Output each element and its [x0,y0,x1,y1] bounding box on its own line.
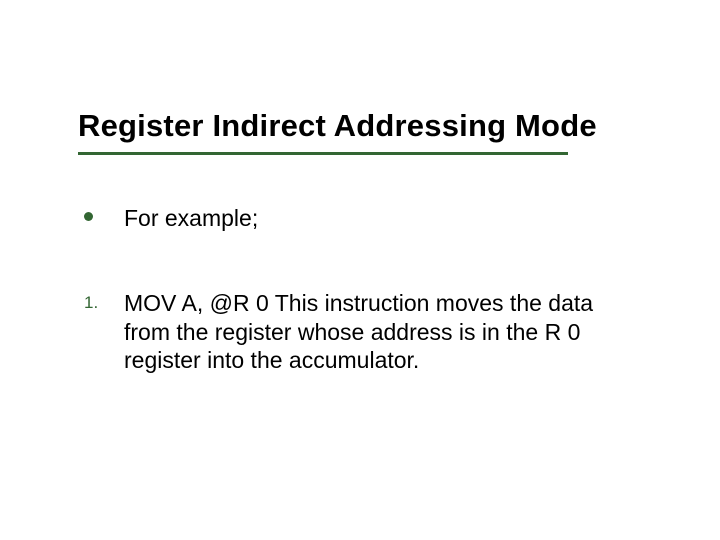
slide-title: Register Indirect Addressing Mode [78,108,597,144]
slide: Register Indirect Addressing Mode For ex… [0,0,720,540]
numbered-text: MOV A, @R 0 This instruction moves the d… [124,289,624,375]
bullet-text: For example; [124,204,624,233]
bullet-marker [84,204,124,221]
number-marker: 1. [84,289,124,313]
title-underline [78,152,568,155]
numbered-item: 1. MOV A, @R 0 This instruction moves th… [84,289,624,375]
circle-bullet-icon [84,212,93,221]
slide-body: For example; 1. MOV A, @R 0 This instruc… [84,204,624,431]
bullet-item: For example; [84,204,624,233]
